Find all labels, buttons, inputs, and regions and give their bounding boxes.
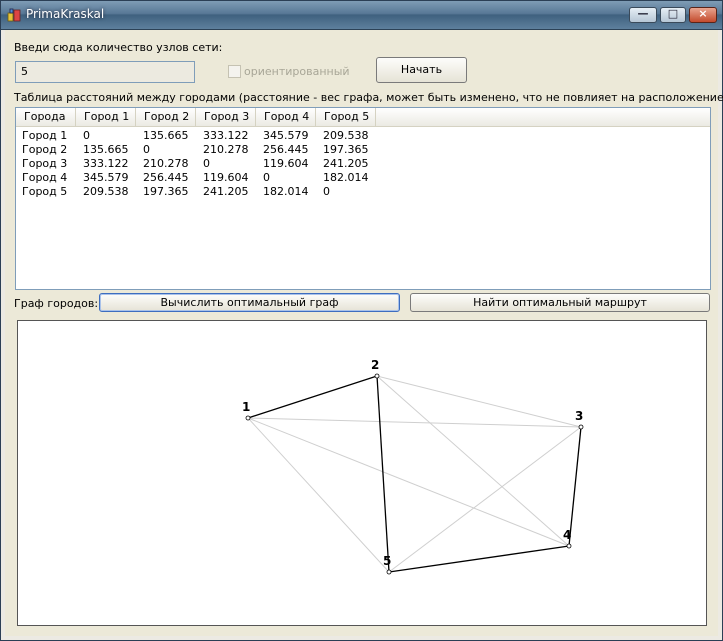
table-cell: 0: [263, 171, 270, 184]
column-header[interactable]: Города: [16, 108, 76, 126]
optimal-graph-edge: [247, 375, 378, 419]
route-button-label: Найти оптимальный маршрут: [473, 296, 647, 309]
table-cell: 0: [143, 143, 150, 156]
graph-canvas[interactable]: 1 2 3 4 5: [17, 320, 707, 626]
oriented-label: ориентированный: [244, 65, 350, 78]
table-cell: Город 1: [22, 129, 68, 142]
maximize-button[interactable]: □: [660, 7, 686, 23]
graph-node-label: 4: [563, 528, 571, 542]
table-cell: 135.665: [83, 143, 129, 156]
app-window: PrimaKraskal — □ × Введи сюда количество…: [0, 0, 723, 641]
table-cell: 182.014: [323, 171, 369, 184]
table-cell: 135.665: [143, 129, 189, 142]
column-header[interactable]: Город 5: [316, 108, 376, 126]
table-header: Города Город 1 Город 2 Город 3 Город 4 Г…: [16, 108, 710, 127]
table-cell: 256.445: [263, 143, 309, 156]
find-optimal-route-button[interactable]: Найти оптимальный маршрут: [410, 293, 710, 312]
table-cell: 210.278: [203, 143, 249, 156]
close-button[interactable]: ×: [689, 7, 717, 23]
table-cell: 0: [83, 129, 90, 142]
distance-table[interactable]: Города Город 1 Город 2 Город 3 Город 4 Г…: [15, 107, 711, 290]
graph-node[interactable]: [374, 373, 380, 379]
table-cell: Город 4: [22, 171, 68, 184]
graph-svg: 1 2 3 4 5: [242, 358, 584, 575]
graph-label: Граф городов:: [14, 297, 99, 310]
table-cell: Город 2: [22, 143, 68, 156]
graph-node-label: 1: [242, 400, 250, 414]
table-row[interactable]: Город 1 0 135.665 333.122 345.579 209.53…: [16, 129, 710, 143]
table-row[interactable]: Город 3 333.122 210.278 0 119.604 241.20…: [16, 157, 710, 171]
column-header[interactable]: Город 4: [256, 108, 316, 126]
table-cell: 209.538: [83, 185, 129, 198]
nodes-count-input[interactable]: 5: [15, 61, 195, 83]
title-bar[interactable]: PrimaKraskal — □ ×: [1, 1, 722, 30]
compute-button-label: Вычислить оптимальный граф: [160, 296, 339, 309]
graph-node[interactable]: [245, 415, 251, 421]
table-cell: 197.365: [143, 185, 189, 198]
table-cell: 119.604: [203, 171, 249, 184]
table-cell: 241.205: [203, 185, 249, 198]
window-title: PrimaKraskal: [26, 7, 105, 21]
nodes-count-label: Введи сюда количество узлов сети:: [14, 41, 223, 54]
table-cell: 0: [323, 185, 330, 198]
table-row[interactable]: Город 5 209.538 197.365 241.205 182.014 …: [16, 185, 710, 199]
compute-optimal-graph-button[interactable]: Вычислить оптимальный граф: [99, 293, 400, 312]
table-cell: Город 5: [22, 185, 68, 198]
table-cell: 119.604: [263, 157, 309, 170]
table-cell: 333.122: [83, 157, 129, 170]
table-cell: 0: [203, 157, 210, 170]
graph-node[interactable]: [578, 424, 584, 430]
nodes-count-value: 5: [21, 65, 28, 78]
table-cell: 256.445: [143, 171, 189, 184]
table-cell: 345.579: [83, 171, 129, 184]
graph-node[interactable]: [566, 543, 572, 549]
start-button[interactable]: Начать: [376, 57, 467, 83]
table-label: Таблица расстояний между городами (расст…: [14, 91, 723, 104]
close-icon: ×: [698, 7, 708, 20]
graph-edge: [376, 375, 582, 428]
oriented-checkbox[interactable]: [228, 65, 241, 78]
graph-node-label: 5: [383, 554, 391, 568]
table-cell: 197.365: [323, 143, 369, 156]
maximize-icon: □: [667, 7, 679, 20]
table-row[interactable]: Город 4 345.579 256.445 119.604 0 182.01…: [16, 171, 710, 185]
table-cell: Город 3: [22, 157, 68, 170]
graph-edge: [247, 417, 582, 428]
minimize-icon: —: [637, 7, 649, 20]
table-cell: 209.538: [323, 129, 369, 142]
table-cell: 241.205: [323, 157, 369, 170]
start-button-label: Начать: [400, 63, 443, 76]
table-cell: 210.278: [143, 157, 189, 170]
column-header[interactable]: Город 2: [136, 108, 196, 126]
graph-node[interactable]: [386, 569, 392, 575]
table-cell: 345.579: [263, 129, 309, 142]
column-header[interactable]: Город 1: [76, 108, 136, 126]
table-cell: 182.014: [263, 185, 309, 198]
graph-edge: [247, 417, 390, 573]
table-row[interactable]: Город 2 135.665 0 210.278 256.445 197.36…: [16, 143, 710, 157]
graph-edge: [376, 375, 570, 547]
table-cell: 333.122: [203, 129, 249, 142]
app-icon: [7, 8, 21, 22]
minimize-button[interactable]: —: [629, 7, 657, 23]
column-header[interactable]: Город 3: [196, 108, 256, 126]
graph-node-label: 2: [371, 358, 379, 372]
graph-edge: [247, 417, 570, 547]
form-content: Введи сюда количество узлов сети: 5 орие…: [5, 30, 723, 636]
graph-node-label: 3: [575, 409, 583, 423]
optimal-graph-edge: [388, 545, 570, 573]
graph-edge: [388, 426, 582, 573]
